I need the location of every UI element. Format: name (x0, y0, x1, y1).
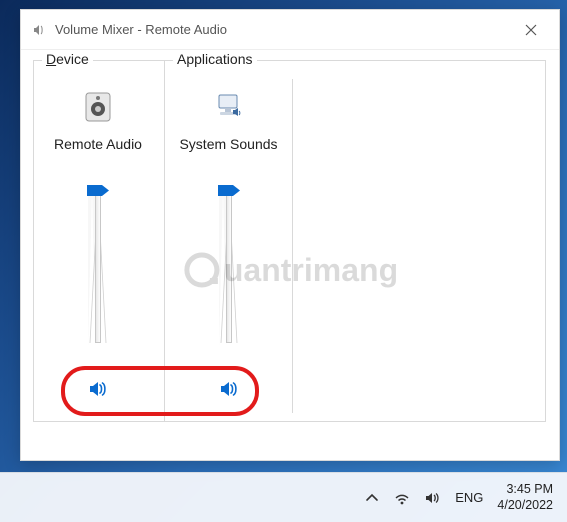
clock-button[interactable]: 3:45 PM 4/20/2022 (497, 482, 553, 513)
speaker-app-icon (31, 22, 47, 38)
taskbar-time: 3:45 PM (497, 482, 553, 498)
speaker-icon (423, 489, 441, 507)
device-group: Device Remote Audio (33, 60, 165, 422)
wifi-icon (393, 489, 411, 507)
applications-group: Applications System Sounds (164, 60, 546, 422)
remote-audio-device-icon[interactable] (80, 89, 116, 125)
close-button[interactable] (513, 16, 549, 44)
system-tray (363, 489, 441, 507)
speaker-unmuted-icon (86, 377, 110, 401)
close-icon (525, 24, 537, 36)
slider-thumb-icon (218, 185, 240, 196)
network-tray-button[interactable] (393, 489, 411, 507)
device-column: Remote Audio (34, 79, 162, 413)
volume-tray-button[interactable] (423, 489, 441, 507)
chevron-up-icon (365, 491, 379, 505)
slider-track (95, 193, 101, 343)
device-group-label: Device (42, 51, 93, 67)
device-name-label: Remote Audio (54, 135, 142, 173)
application-column: System Sounds (165, 79, 293, 413)
application-mute-button[interactable] (215, 375, 243, 403)
applications-group-label: Applications (173, 51, 257, 67)
language-indicator[interactable]: ENG (455, 490, 483, 505)
slider-track (226, 193, 232, 343)
speaker-unmuted-icon (217, 377, 241, 401)
application-volume-slider[interactable] (213, 185, 245, 355)
slider-thumb-icon (87, 185, 109, 196)
application-name-label: System Sounds (179, 135, 277, 173)
titlebar: Volume Mixer - Remote Audio (21, 10, 559, 50)
system-sounds-icon[interactable] (211, 89, 247, 125)
device-mute-button[interactable] (84, 375, 112, 403)
device-volume-slider[interactable] (82, 185, 114, 355)
tray-overflow-button[interactable] (363, 489, 381, 507)
content-area: Device Remote Audio (21, 50, 559, 432)
volume-mixer-window: Volume Mixer - Remote Audio Device (20, 9, 560, 461)
taskbar-date: 4/20/2022 (497, 498, 553, 514)
window-title: Volume Mixer - Remote Audio (55, 22, 513, 37)
taskbar: ENG 3:45 PM 4/20/2022 (0, 472, 567, 522)
